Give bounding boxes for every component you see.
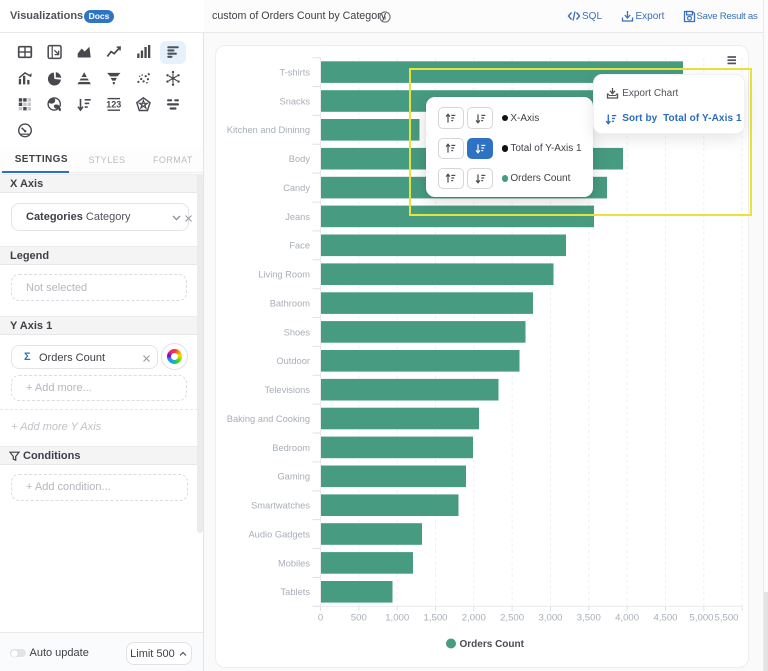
- svg-text:500: 500: [351, 613, 367, 624]
- svg-text:Bedroom: Bedroom: [272, 443, 310, 453]
- svg-text:1,500: 1,500: [423, 613, 447, 624]
- svg-text:Gaming: Gaming: [277, 472, 310, 482]
- svg-text:3,500: 3,500: [577, 613, 601, 624]
- svg-text:Outdoor: Outdoor: [276, 356, 310, 366]
- svg-text:Snacks: Snacks: [280, 96, 311, 106]
- svg-text:Orders Count: Orders Count: [460, 639, 525, 650]
- svg-text:Kitchen and Dininng: Kitchen and Dininng: [227, 125, 310, 135]
- svg-text:2,500: 2,500: [500, 613, 524, 624]
- svg-text:Living Room: Living Room: [258, 270, 310, 280]
- svg-text:Baking and Cooking: Baking and Cooking: [227, 414, 310, 424]
- svg-text:4,500: 4,500: [653, 613, 677, 624]
- svg-text:Face: Face: [289, 241, 310, 251]
- svg-text:T-shirts: T-shirts: [280, 68, 311, 78]
- svg-text:Tablets: Tablets: [281, 587, 311, 597]
- svg-text:Candy: Candy: [283, 183, 310, 193]
- svg-text:4,000: 4,000: [615, 613, 639, 624]
- svg-text:Shoes: Shoes: [284, 327, 311, 337]
- svg-text:Mobiles: Mobiles: [278, 558, 310, 568]
- svg-text:Bathroom: Bathroom: [270, 299, 311, 309]
- svg-text:Audio Gadgets: Audio Gadgets: [248, 529, 310, 539]
- svg-text:Televisions: Televisions: [265, 385, 311, 395]
- svg-text:0: 0: [318, 613, 323, 624]
- svg-text:1,000: 1,000: [385, 613, 409, 624]
- svg-text:Body: Body: [289, 154, 311, 164]
- svg-text:Smartwatches: Smartwatches: [251, 501, 310, 511]
- svg-text:3,000: 3,000: [538, 613, 562, 624]
- svg-text:123: 123: [106, 99, 121, 109]
- svg-text:Jeans: Jeans: [285, 212, 310, 222]
- svg-text:2,000: 2,000: [462, 613, 486, 624]
- svg-text:5,000: 5,000: [689, 613, 713, 624]
- svg-text:5,500: 5,500: [714, 613, 738, 624]
